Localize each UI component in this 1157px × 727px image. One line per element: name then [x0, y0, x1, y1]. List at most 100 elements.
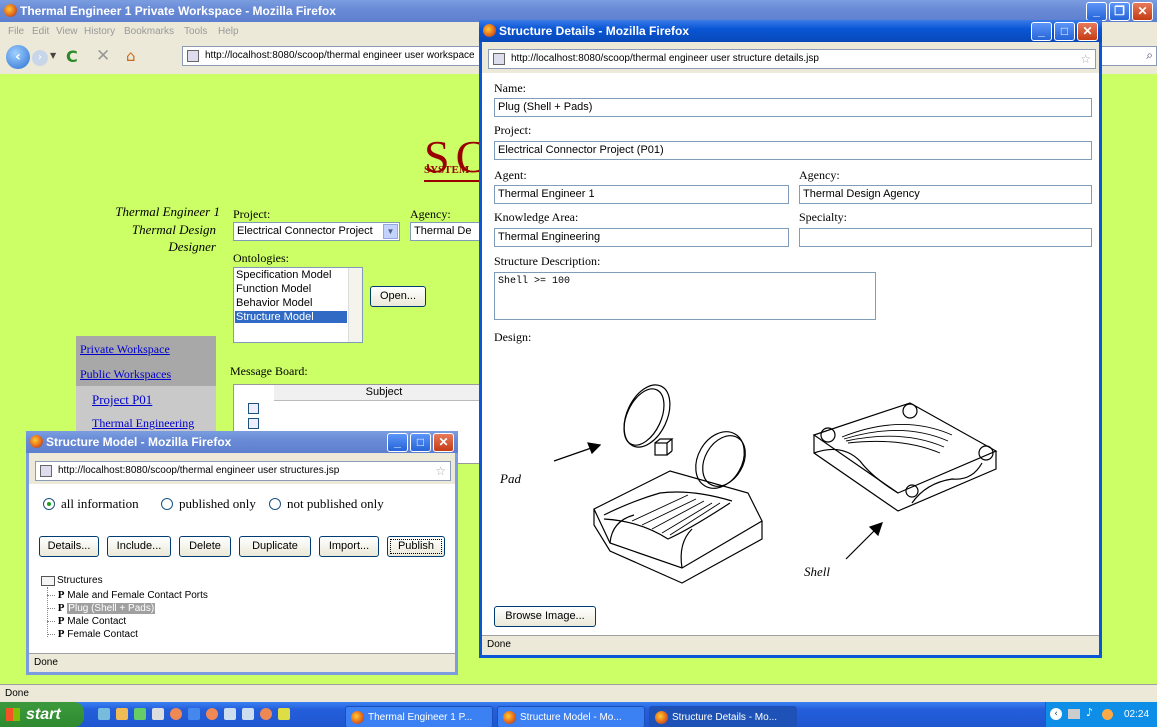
filter-published-radio[interactable]: [161, 498, 173, 510]
maximize-icon[interactable]: ❐: [1109, 2, 1130, 21]
agency-value[interactable]: Thermal De: [410, 222, 482, 241]
bookmark-star-icon[interactable]: ☆: [1080, 50, 1091, 68]
agency-label: Agency:: [799, 168, 840, 182]
structure-model-url-bar[interactable]: http://localhost:8080/scoop/thermal engi…: [35, 461, 451, 481]
minimize-icon[interactable]: _: [387, 433, 408, 452]
description-textarea[interactable]: Shell >= 100: [494, 272, 876, 320]
close-icon[interactable]: ✕: [433, 433, 454, 452]
menu-history[interactable]: History: [84, 22, 115, 42]
ontology-item[interactable]: Function Model: [236, 283, 311, 295]
details-titlebar[interactable]: Structure Details - Mozilla Firefox _ □ …: [479, 20, 1102, 42]
duplicate-button[interactable]: Duplicate: [239, 536, 311, 557]
search-icon[interactable]: ⌕: [1146, 48, 1153, 63]
bookmark-star-icon[interactable]: ☆: [435, 462, 446, 480]
stop-icon[interactable]: ✕: [96, 46, 110, 66]
dropdown-arrow-icon[interactable]: ▼: [50, 51, 56, 60]
message-board-label: Message Board:: [230, 364, 308, 378]
tree-item-label: Plug (Shell + Pads): [67, 603, 156, 614]
structure-model-controls: _ □ ✕: [387, 433, 454, 452]
firefox-icon: [30, 435, 43, 448]
task-structure-details[interactable]: Structure Details - Mo...: [649, 706, 797, 727]
project-select[interactable]: Electrical Connector Project ▼: [233, 222, 400, 241]
include-button[interactable]: Include...: [107, 536, 171, 557]
close-icon[interactable]: ✕: [1132, 2, 1153, 21]
details-window: Structure Details - Mozilla Firefox _ □ …: [479, 20, 1102, 658]
main-url-bar[interactable]: http://localhost:8080/scoop/thermal engi…: [182, 46, 482, 66]
delete-button[interactable]: Delete: [179, 536, 231, 557]
tree-root[interactable]: Structures: [57, 575, 103, 586]
quicklaunch-icon[interactable]: [188, 708, 200, 720]
task-structure-model[interactable]: Structure Model - Mo...: [497, 706, 645, 727]
minimize-icon[interactable]: _: [1086, 2, 1107, 21]
reload-icon[interactable]: C: [66, 47, 78, 66]
start-button[interactable]: start: [0, 702, 84, 727]
tree-item[interactable]: P Male Contact: [47, 615, 126, 628]
import-button[interactable]: Import...: [319, 536, 379, 557]
search-box[interactable]: ⌕: [1100, 46, 1157, 66]
minimize-icon[interactable]: _: [1031, 22, 1052, 41]
tree-item-selected[interactable]: P Plug (Shell + Pads): [47, 602, 156, 615]
specialty-field[interactable]: [799, 228, 1092, 247]
name-field[interactable]: Plug (Shell + Pads): [494, 98, 1092, 117]
message-checkbox[interactable]: [248, 418, 259, 429]
details-content: Name: Plug (Shell + Pads) Project: Elect…: [482, 73, 1099, 635]
forward-button[interactable]: ›: [32, 50, 48, 66]
knowledge-area-field[interactable]: Thermal Engineering: [494, 228, 789, 247]
maximize-icon[interactable]: □: [410, 433, 431, 452]
quicklaunch-icon[interactable]: [152, 708, 164, 720]
taskbar: start Thermal Engineer 1 P... Structure …: [0, 702, 1157, 727]
quicklaunch-icon[interactable]: [206, 708, 218, 720]
ontologies-listbox[interactable]: Specification Model Function Model Behav…: [233, 267, 363, 343]
project-field[interactable]: Electrical Connector Project (P01): [494, 141, 1092, 160]
structure-model-titlebar[interactable]: Structure Model - Mozilla Firefox _ □ ✕: [26, 431, 458, 453]
menu-tools[interactable]: Tools: [184, 22, 207, 42]
chevron-down-icon[interactable]: ▼: [383, 224, 398, 239]
back-button[interactable]: ‹: [6, 45, 30, 69]
close-icon[interactable]: ✕: [1077, 22, 1098, 41]
menu-file[interactable]: File: [8, 22, 24, 42]
clock: 02:24: [1124, 709, 1150, 720]
quicklaunch-icon[interactable]: [98, 708, 110, 720]
quicklaunch-icon[interactable]: [278, 708, 290, 720]
knowledge-area-label: Knowledge Area:: [494, 210, 579, 224]
tray-arrow-icon[interactable]: ‹: [1050, 708, 1062, 720]
network-icon[interactable]: [1068, 709, 1080, 719]
home-icon[interactable]: ⌂: [126, 47, 136, 65]
main-window-titlebar[interactable]: Thermal Engineer 1 Private Workspace - M…: [0, 0, 1157, 22]
details-button[interactable]: Details...: [39, 536, 99, 557]
agency-field[interactable]: Thermal Design Agency: [799, 185, 1092, 204]
listbox-scrollbar[interactable]: [348, 268, 362, 342]
message-checkbox[interactable]: [248, 403, 259, 414]
open-button[interactable]: Open...: [370, 286, 426, 307]
page-favicon-icon: [493, 53, 505, 65]
ontology-item-selected[interactable]: Structure Model: [235, 311, 347, 323]
maximize-icon[interactable]: □: [1054, 22, 1075, 41]
browse-image-button[interactable]: Browse Image...: [494, 606, 596, 627]
quicklaunch-icon[interactable]: [260, 708, 272, 720]
details-url-bar[interactable]: http://localhost:8080/scoop/thermal engi…: [488, 49, 1096, 69]
menu-edit[interactable]: Edit: [32, 22, 49, 42]
quicklaunch-icon[interactable]: [170, 708, 182, 720]
tree-item[interactable]: P Male and Female Contact Ports: [47, 589, 208, 602]
tray-app-icon[interactable]: [1102, 709, 1113, 720]
ontology-item[interactable]: Behavior Model: [236, 297, 312, 309]
volume-icon[interactable]: ♪: [1086, 706, 1093, 719]
menu-bookmarks[interactable]: Bookmarks: [124, 22, 174, 42]
filter-not-published-radio[interactable]: [269, 498, 281, 510]
nav-thermal-engineering[interactable]: Thermal Engineering: [92, 416, 194, 431]
ontology-item[interactable]: Specification Model: [236, 269, 331, 281]
nav-private-workspace[interactable]: Private Workspace: [80, 342, 170, 357]
quicklaunch-icon[interactable]: [242, 708, 254, 720]
publish-button[interactable]: Publish: [387, 536, 445, 557]
menu-help[interactable]: Help: [218, 22, 239, 42]
nav-project-p01[interactable]: Project P01: [92, 392, 152, 408]
nav-public-workspaces[interactable]: Public Workspaces: [80, 367, 171, 382]
quicklaunch-icon[interactable]: [224, 708, 236, 720]
quicklaunch-icon[interactable]: [116, 708, 128, 720]
tree-item[interactable]: P Female Contact: [47, 628, 138, 641]
filter-all-radio[interactable]: [43, 498, 55, 510]
quicklaunch-icon[interactable]: [134, 708, 146, 720]
agent-field[interactable]: Thermal Engineer 1: [494, 185, 789, 204]
menu-view[interactable]: View: [56, 22, 78, 42]
task-thermal-engineer[interactable]: Thermal Engineer 1 P...: [345, 706, 493, 727]
